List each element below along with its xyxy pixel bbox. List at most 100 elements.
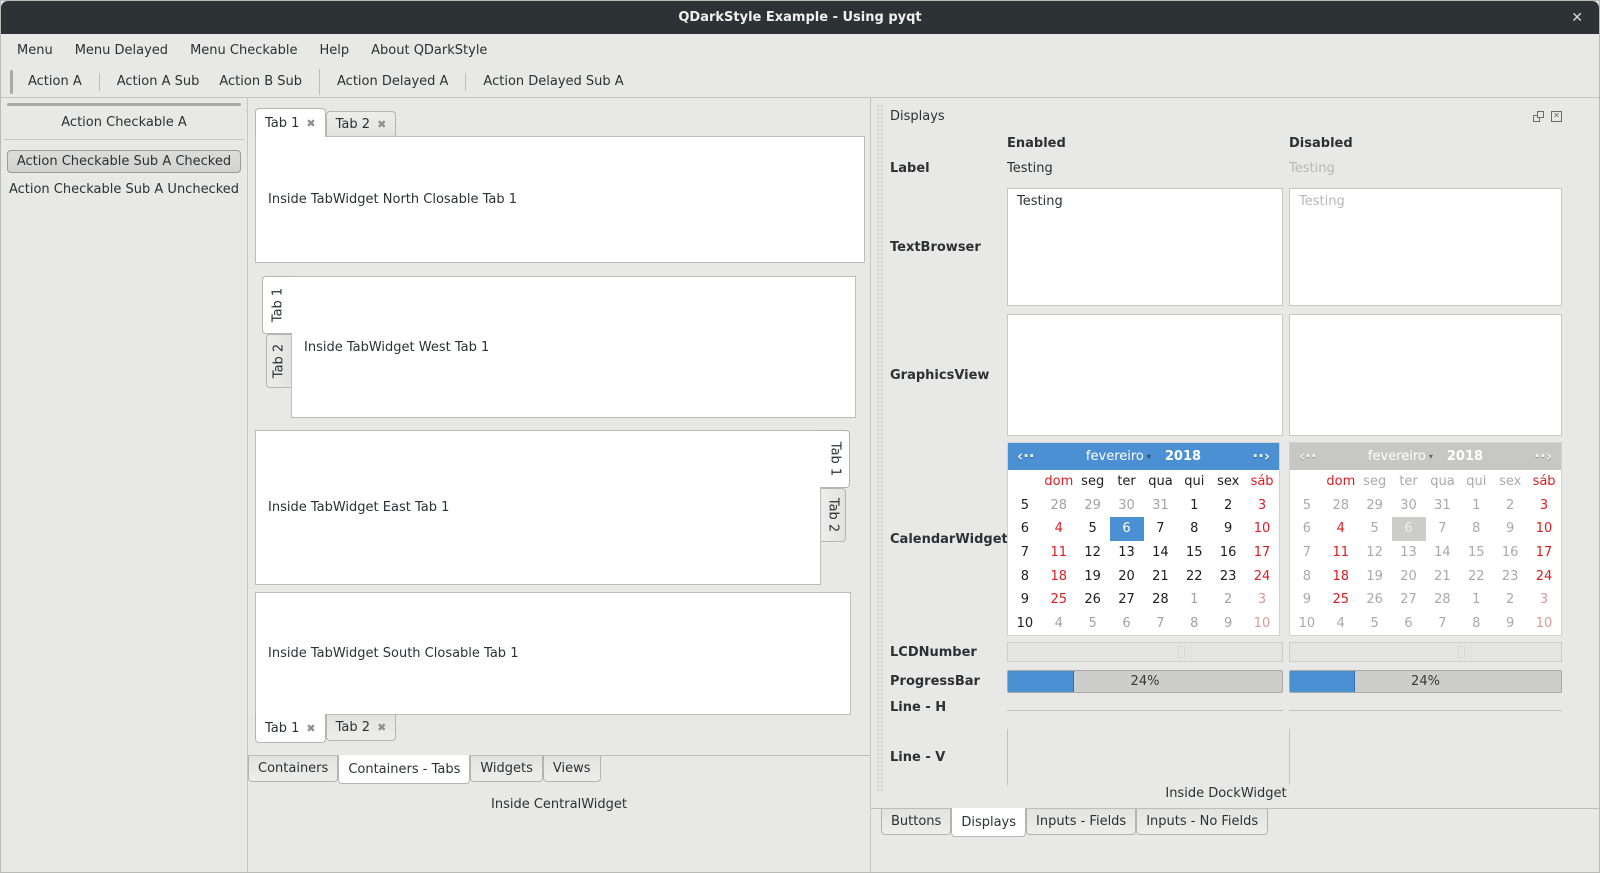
calendar-day-cell[interactable]: 1 bbox=[1177, 588, 1211, 612]
tab-east-1[interactable]: Tab 1 bbox=[820, 430, 850, 488]
year-spinner[interactable]: 2018 bbox=[1165, 449, 1201, 464]
calendar-day-cell: 3 bbox=[1539, 497, 1549, 513]
calendar-day-cell[interactable]: 21 bbox=[1144, 564, 1178, 588]
calendar-day-cell[interactable]: 4 bbox=[1042, 517, 1076, 541]
toolbar-drag-handle[interactable] bbox=[10, 69, 13, 94]
toolbar-action-delayed-sub-a[interactable]: Action Delayed Sub A bbox=[473, 74, 633, 89]
calendar-day-cell[interactable]: 3 bbox=[1245, 588, 1279, 612]
menu-item-about-qdarkstyle[interactable]: About QDarkStyle bbox=[360, 34, 498, 66]
tab-displays[interactable]: Displays bbox=[951, 808, 1027, 837]
week-number: 9 bbox=[1302, 592, 1312, 608]
calendar-day-cell[interactable]: 3 bbox=[1245, 494, 1279, 518]
calendar-day-cell[interactable]: 1 bbox=[1177, 494, 1211, 518]
calendar-day-cell[interactable]: 9 bbox=[1211, 611, 1245, 635]
tab-inputs-fields[interactable]: Inputs - Fields bbox=[1026, 809, 1137, 835]
toolbar-action-delayed-a[interactable]: Action Delayed A bbox=[327, 74, 458, 89]
menu-item-menu-checkable[interactable]: Menu Checkable bbox=[179, 34, 308, 66]
calendar-day-cell[interactable]: 20 bbox=[1110, 564, 1144, 588]
calendar-day-cell[interactable]: 22 bbox=[1177, 564, 1211, 588]
calendar-day-cell[interactable]: 24 bbox=[1245, 564, 1279, 588]
graphicsview-enabled[interactable] bbox=[1007, 314, 1283, 436]
calendar-day-cell[interactable]: 30 bbox=[1110, 494, 1144, 518]
calendar-day-cell[interactable]: 14 bbox=[1144, 541, 1178, 565]
day-of-week-header: sáb bbox=[1532, 474, 1556, 490]
tab-close-icon[interactable]: ✖ bbox=[377, 119, 386, 130]
calendar-day-cell[interactable]: 12 bbox=[1076, 541, 1110, 565]
tab-north-2[interactable]: Tab 2 ✖ bbox=[325, 111, 397, 136]
tab-south-2[interactable]: Tab 2 ✖ bbox=[325, 715, 397, 741]
textbrowser-enabled[interactable]: Testing bbox=[1007, 188, 1283, 306]
central-page-tabbar: Containers Containers - Tabs Widgets Vie… bbox=[248, 755, 870, 786]
calendar-day-cell[interactable]: 27 bbox=[1110, 588, 1144, 612]
calendar-month-year: fevereiro ▾ 2018 bbox=[1317, 449, 1535, 464]
tab-containers[interactable]: Containers bbox=[248, 756, 339, 782]
calendar-day-cell[interactable]: 2 bbox=[1211, 588, 1245, 612]
toolbar-action-b-sub[interactable]: Action B Sub bbox=[209, 74, 312, 89]
dock-close-icon[interactable]: ✕ bbox=[1551, 110, 1562, 122]
calendar-day-cell[interactable]: 28 bbox=[1042, 494, 1076, 518]
calendar-day-cell[interactable]: 8 bbox=[1177, 611, 1211, 635]
next-month-icon[interactable]: ··› bbox=[1252, 449, 1270, 464]
action-checkable-sub-a-unchecked-button[interactable]: Action Checkable Sub A Unchecked bbox=[5, 180, 243, 199]
tab-west-1[interactable]: Tab 1 bbox=[262, 276, 292, 334]
toolbar-action-a[interactable]: Action A bbox=[18, 74, 92, 89]
calendar-day-cell[interactable]: 7 bbox=[1144, 517, 1178, 541]
tab-west-2[interactable]: Tab 2 bbox=[266, 334, 291, 388]
tab-buttons[interactable]: Buttons bbox=[881, 809, 952, 835]
action-checkable-a-label[interactable]: Action Checkable A bbox=[61, 115, 186, 130]
left-toolbar-drag-handle[interactable] bbox=[7, 103, 241, 106]
calendar-day-cell[interactable]: 7 bbox=[1144, 611, 1178, 635]
tab-north-1[interactable]: Tab 1 ✖ bbox=[255, 108, 326, 137]
calendar-day-cell[interactable]: 8 bbox=[1177, 517, 1211, 541]
calendar-day-cell[interactable]: 4 bbox=[1042, 611, 1076, 635]
calendar-day-cell[interactable]: 25 bbox=[1042, 588, 1076, 612]
disabled-column-header: Disabled bbox=[1289, 136, 1353, 151]
tab-south-1[interactable]: Tab 1 ✖ bbox=[255, 714, 326, 743]
calendar-day-cell[interactable]: 26 bbox=[1076, 588, 1110, 612]
calendar-day-cell: 12 bbox=[1366, 544, 1383, 560]
calendar-day-cell[interactable]: 10 bbox=[1245, 611, 1279, 635]
dock-titlebar[interactable]: Displays ✕ bbox=[890, 104, 1562, 128]
calendar-day-cell[interactable]: 5 bbox=[1076, 611, 1110, 635]
calendar-day-cell[interactable]: 17 bbox=[1245, 541, 1279, 565]
dock-float-icon[interactable] bbox=[1533, 110, 1544, 122]
calendar-day-cell[interactable]: 6 bbox=[1110, 611, 1144, 635]
calendar-day-cell[interactable]: 19 bbox=[1076, 564, 1110, 588]
month-dropdown[interactable]: fevereiro ▾ bbox=[1086, 449, 1151, 464]
calendar-day-cell[interactable]: 28 bbox=[1144, 588, 1178, 612]
prev-month-icon[interactable]: ‹·· bbox=[1017, 449, 1035, 464]
toolbar-action-a-sub[interactable]: Action A Sub bbox=[107, 74, 210, 89]
calendar-day-cell[interactable]: 16 bbox=[1211, 541, 1245, 565]
day-of-week-header: qua bbox=[1148, 474, 1173, 490]
calendar-day-cell[interactable]: 23 bbox=[1211, 564, 1245, 588]
calendar-day-cell[interactable]: 29 bbox=[1076, 494, 1110, 518]
week-number: 10 bbox=[1016, 615, 1034, 631]
tab-inputs-no-fields[interactable]: Inputs - No Fields bbox=[1136, 809, 1269, 835]
calendar-day-cell[interactable]: 31 bbox=[1144, 494, 1178, 518]
window-close-icon[interactable]: ✕ bbox=[1571, 1, 1583, 34]
calendar-day-cell[interactable]: 6 bbox=[1109, 517, 1144, 541]
calendar-day-cell[interactable]: 15 bbox=[1177, 541, 1211, 565]
row-progressbar-title: ProgressBar bbox=[890, 674, 980, 689]
tab-views[interactable]: Views bbox=[542, 756, 601, 782]
tab-east-2[interactable]: Tab 2 bbox=[821, 488, 846, 542]
calendar-day-cell[interactable]: 5 bbox=[1076, 517, 1110, 541]
menu-item-menu[interactable]: Menu bbox=[6, 34, 64, 66]
action-checkable-sub-a-checked-button[interactable]: Action Checkable Sub A Checked bbox=[6, 150, 242, 173]
calendar-day-cell[interactable]: 13 bbox=[1110, 541, 1144, 565]
tab-close-icon[interactable]: ✖ bbox=[306, 118, 315, 129]
tab-widgets[interactable]: Widgets bbox=[470, 756, 543, 782]
calendar-day-cell[interactable]: 11 bbox=[1042, 541, 1076, 565]
tab-label: Buttons bbox=[891, 814, 942, 829]
menu-item-help[interactable]: Help bbox=[308, 34, 360, 66]
calendar-day-cell[interactable]: 18 bbox=[1042, 564, 1076, 588]
calendar-widget-enabled[interactable]: ‹·· fevereiro ▾ 2018 ··› dom seg ter qua qui sex sá… bbox=[1007, 442, 1280, 636]
tab-close-icon[interactable]: ✖ bbox=[306, 723, 315, 734]
calendar-day-cell[interactable]: 2 bbox=[1211, 494, 1245, 518]
tab-close-icon[interactable]: ✖ bbox=[377, 722, 386, 733]
tab-containers-tabs[interactable]: Containers - Tabs bbox=[338, 755, 471, 784]
calendar-day-cell[interactable]: 10 bbox=[1245, 517, 1279, 541]
left-toolbar: Action Checkable A Action Checkable Sub … bbox=[1, 98, 248, 872]
menu-item-menu-delayed[interactable]: Menu Delayed bbox=[64, 34, 179, 66]
calendar-day-cell[interactable]: 9 bbox=[1211, 517, 1245, 541]
